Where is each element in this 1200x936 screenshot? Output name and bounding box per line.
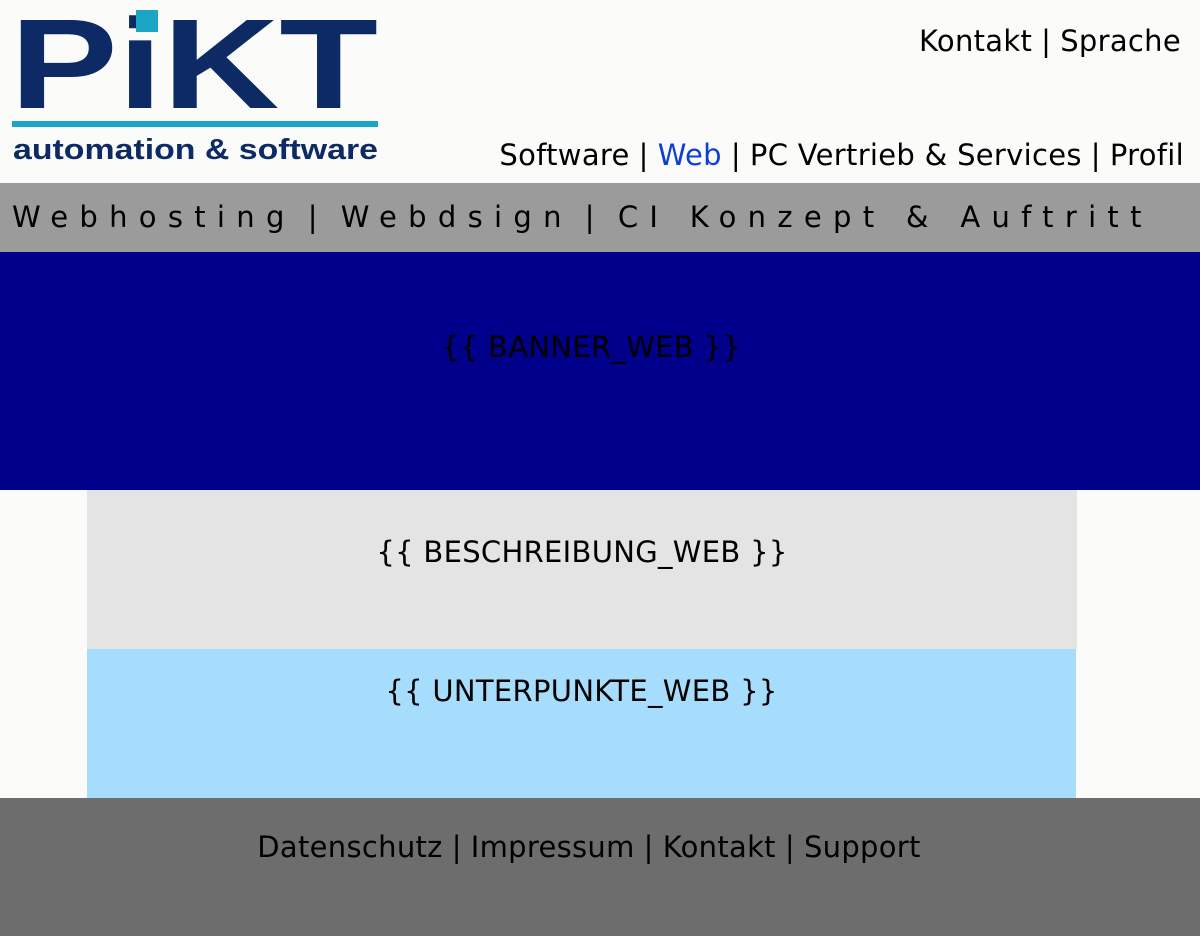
- subnav-webhosting[interactable]: Webhosting: [12, 200, 296, 234]
- description-placeholder: {{ BESCHREIBUNG_WEB }}: [376, 535, 788, 569]
- nav-profil[interactable]: Profil: [1110, 138, 1184, 172]
- separator: |: [784, 830, 795, 864]
- separator: |: [643, 830, 654, 864]
- top-link-sprache[interactable]: Sprache: [1060, 24, 1181, 58]
- separator: |: [638, 138, 649, 172]
- separator: |: [451, 830, 462, 864]
- subpoints-section: {{ UNTERPUNKTE_WEB }}: [87, 649, 1076, 798]
- main-nav: Software | Web | PC Vertrieb & Services | Prof…: [499, 138, 1184, 172]
- separator: |: [730, 138, 741, 172]
- footer-link-support[interactable]: Support: [804, 830, 921, 864]
- footer: Datenschutz | Impressum | Kontakt | Support: [0, 798, 1200, 936]
- subnav-bar: Webhosting | Webdsign | CI Konzept & Auftrit…: [0, 183, 1200, 252]
- footer-link-kontakt[interactable]: Kontakt: [663, 830, 776, 864]
- footer-links: Datenschutz | Impressum | Kontakt | Support: [0, 830, 1178, 864]
- subnav-ci-konzept[interactable]: CI Konzept & Auftritt: [618, 200, 1153, 234]
- separator: |: [584, 200, 606, 234]
- subnav-links: Webhosting | Webdsign | CI Konzept & Auftrit…: [12, 200, 1153, 234]
- logo[interactable]: PiKT automation & software: [12, 8, 380, 164]
- nav-pc-vertrieb-services[interactable]: PC Vertrieb & Services: [750, 138, 1082, 172]
- logo-wordmark: PiKT: [12, 8, 378, 136]
- subpoints-placeholder: {{ UNTERPUNKTE_WEB }}: [385, 674, 778, 708]
- top-link-kontakt[interactable]: Kontakt: [919, 24, 1032, 58]
- logo-underline: [12, 121, 378, 127]
- page: PiKT automation & software Kontakt | Sprac…: [0, 0, 1200, 936]
- subnav-webdsign[interactable]: Webdsign: [341, 200, 573, 234]
- header: PiKT automation & software Kontakt | Sprac…: [0, 0, 1200, 183]
- logo-i-dot: [136, 10, 158, 32]
- separator: |: [1090, 138, 1101, 172]
- logo-tagline: automation & software: [13, 134, 378, 164]
- nav-web[interactable]: Web: [658, 138, 722, 172]
- nav-software[interactable]: Software: [499, 138, 629, 172]
- footer-link-datenschutz[interactable]: Datenschutz: [257, 830, 442, 864]
- footer-link-impressum[interactable]: Impressum: [471, 830, 635, 864]
- banner-placeholder: {{ BANNER_WEB }}: [440, 330, 742, 364]
- separator: |: [307, 200, 329, 234]
- banner: {{ BANNER_WEB }}: [0, 252, 1200, 490]
- top-links: Kontakt | Sprache: [919, 24, 1181, 58]
- separator: |: [1041, 24, 1052, 58]
- description-section: {{ BESCHREIBUNG_WEB }}: [87, 490, 1077, 649]
